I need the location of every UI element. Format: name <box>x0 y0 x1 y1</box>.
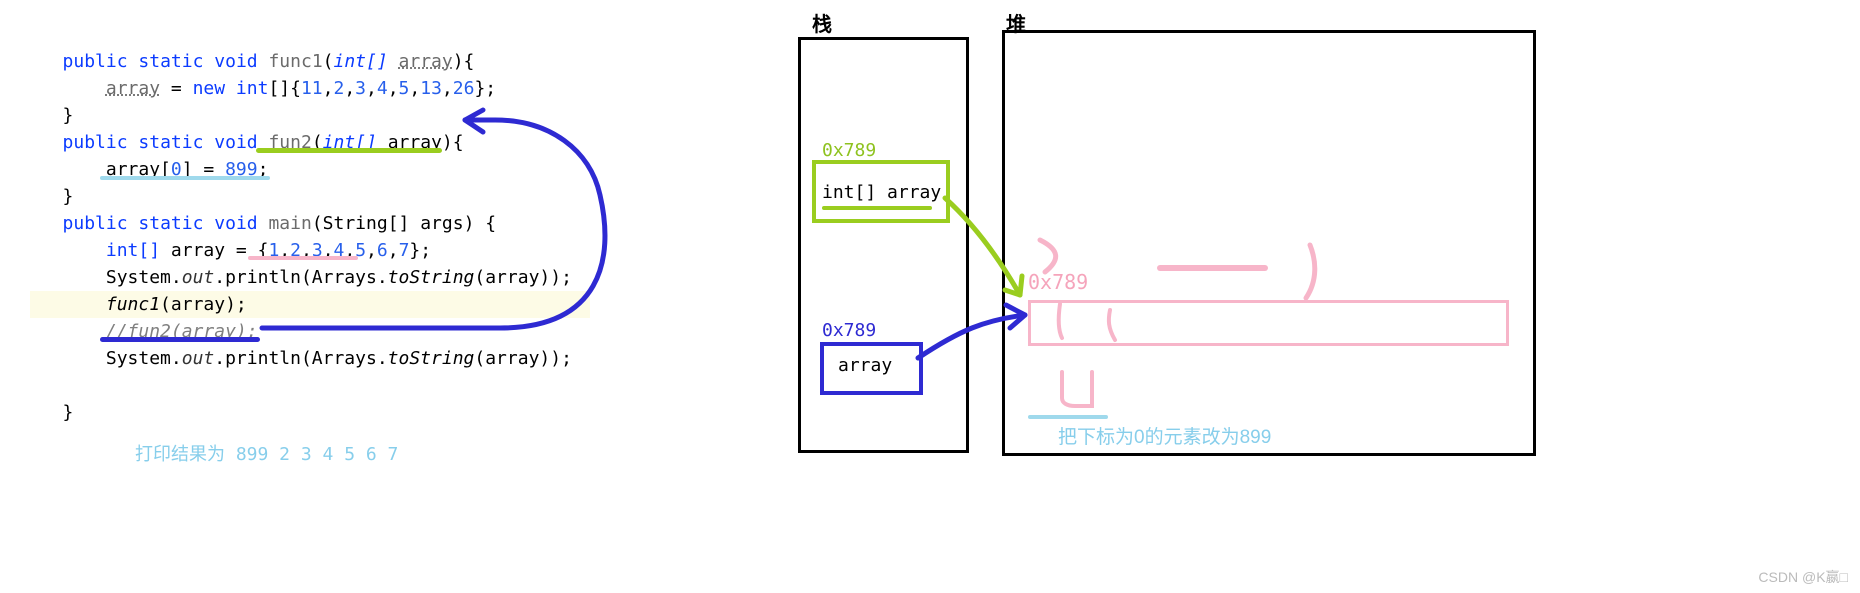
underline-frame-green <box>822 206 932 210</box>
addr-blue: 0x789 <box>822 320 876 341</box>
heap-array-box <box>1028 300 1509 346</box>
code-block: public static void func1(int[] array){ a… <box>30 48 670 426</box>
heap-box <box>1002 30 1536 456</box>
watermark: CSDN @K嬴□ <box>1758 567 1848 587</box>
underline-assign-899 <box>100 176 270 180</box>
underline-fun2-call <box>100 337 260 342</box>
annotation-change-0: 把下标为0的元素改为899 <box>1058 422 1271 449</box>
addr-pink: 0x789 <box>1028 270 1088 294</box>
page-root: { "code": { "func1_sig_1": "public", "fu… <box>0 0 1860 593</box>
addr-green: 0x789 <box>822 140 876 161</box>
annotate-underline <box>1028 415 1108 419</box>
frame-main-text: array <box>838 355 892 376</box>
print-result: 打印结果为 899 2 3 4 5 6 7 <box>135 440 398 466</box>
underline-array-init <box>248 256 358 260</box>
underline-fun2-sig <box>256 148 442 153</box>
frame-fun2-text: int[] array <box>822 182 941 203</box>
label-stack: 栈 <box>812 8 832 37</box>
